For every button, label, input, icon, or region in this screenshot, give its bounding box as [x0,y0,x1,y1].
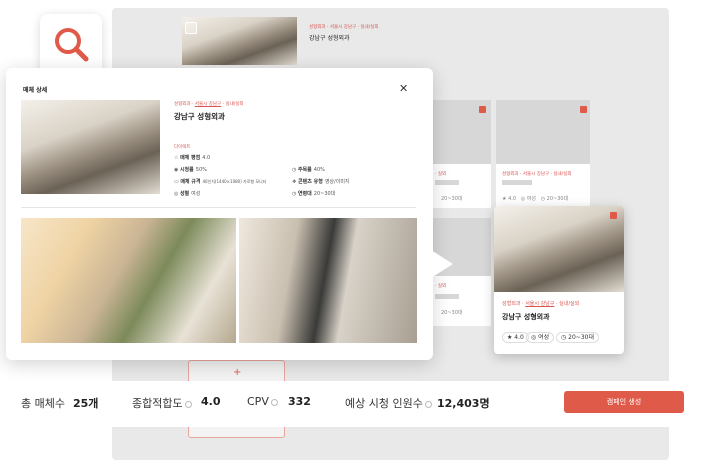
grid-card[interactable]: · 실외 20~30대 [433,100,491,208]
gallery-image-2[interactable] [239,218,417,343]
hover-card-image [494,206,624,292]
attr-gender: ◎ 성별 여성 [174,191,201,197]
create-campaign-button[interactable]: 캠페인 생성 [564,391,684,413]
search-button[interactable] [40,14,102,76]
grid-card-age: 20~30대 [441,310,463,316]
hover-media-card[interactable]: 성형외과 · 서울시 강남구 · 실내/실외 강남구 성형외과 ★ 4.0 ◎ … [494,206,624,354]
cube-icon [185,22,197,34]
attr-rating: ☆ 매체 평점 4.0 [174,155,211,161]
search-icon [55,28,89,62]
back-card-name: 강남구 성형외과 [309,35,350,42]
total-media-label: 총 매체수 [21,397,65,410]
divider [21,207,416,208]
back-card-thumbnail [182,17,297,65]
attr-age: ◷ 연령대 20~30대 [292,191,336,197]
media-thumbnail [21,100,160,194]
bookmark-badge[interactable] [610,212,617,219]
fit-score-value: 4.0 [201,395,221,408]
grid-card[interactable]: 성형외과 · 서울시 강남구 · 실내/실외 ★ 4.0 ◎ 여성 ◷ 20~3… [496,100,590,208]
section-tag: 다이렉트 [174,145,191,150]
media-detail-modal: 매체 상세 ✕ 성형외과 · 서울시 강남구 · 실내/실외 강남구 성형외과 … [6,68,433,360]
grid-card-tag: · 실외 [435,172,447,177]
gallery-image-1[interactable] [21,218,236,343]
modal-title: 매체 상세 [23,87,48,94]
close-icon[interactable]: ✕ [399,82,408,95]
fit-score-label: 종합적합도 [132,395,192,411]
total-media-value: 25개 [73,397,99,410]
hover-card-breadcrumb: 성형외과 · 서울시 강남구 · 실내/실외 [502,301,580,307]
info-icon[interactable] [270,398,278,406]
gender-pill: ◎ 여성 [526,332,555,343]
info-icon[interactable] [424,400,432,408]
viewers-label: 예상 시청 인원수 [345,395,432,411]
rating-pill: ★ 4.0 [502,332,529,343]
attr-viewing-rate: ◉ 시청률 50% [174,167,207,173]
modal-pointer [431,250,453,278]
age-pill: ◷ 20~30대 [556,332,599,343]
grid-card-age: 20~30대 [441,196,463,202]
hover-card-name: 강남구 성형외과 [502,313,550,321]
attr-spec: ▭ 매체 규격 40인치(1440×1080) 가로형 모니터 [174,179,267,185]
cpv-label: CPV [247,395,278,408]
back-card-breadcrumb: 성형외과 · 서울시 강남구 · 실내/실외 [309,25,379,30]
viewers-value: 12,403명 [437,397,490,410]
media-name: 강남구 성형외과 [174,112,225,121]
plus-icon: + [233,367,242,378]
cpv-value: 332 [288,395,311,408]
modal-breadcrumb: 성형외과 · 서울시 강남구 · 실내/실외 [174,102,244,107]
info-icon[interactable] [184,400,192,408]
grid-card-tag: · 실외 [435,284,447,289]
attr-content-type: ❖ 콘텐츠 유형 영상/이미지 [292,179,350,185]
attr-attention: ◷ 주목률 40% [292,167,325,173]
